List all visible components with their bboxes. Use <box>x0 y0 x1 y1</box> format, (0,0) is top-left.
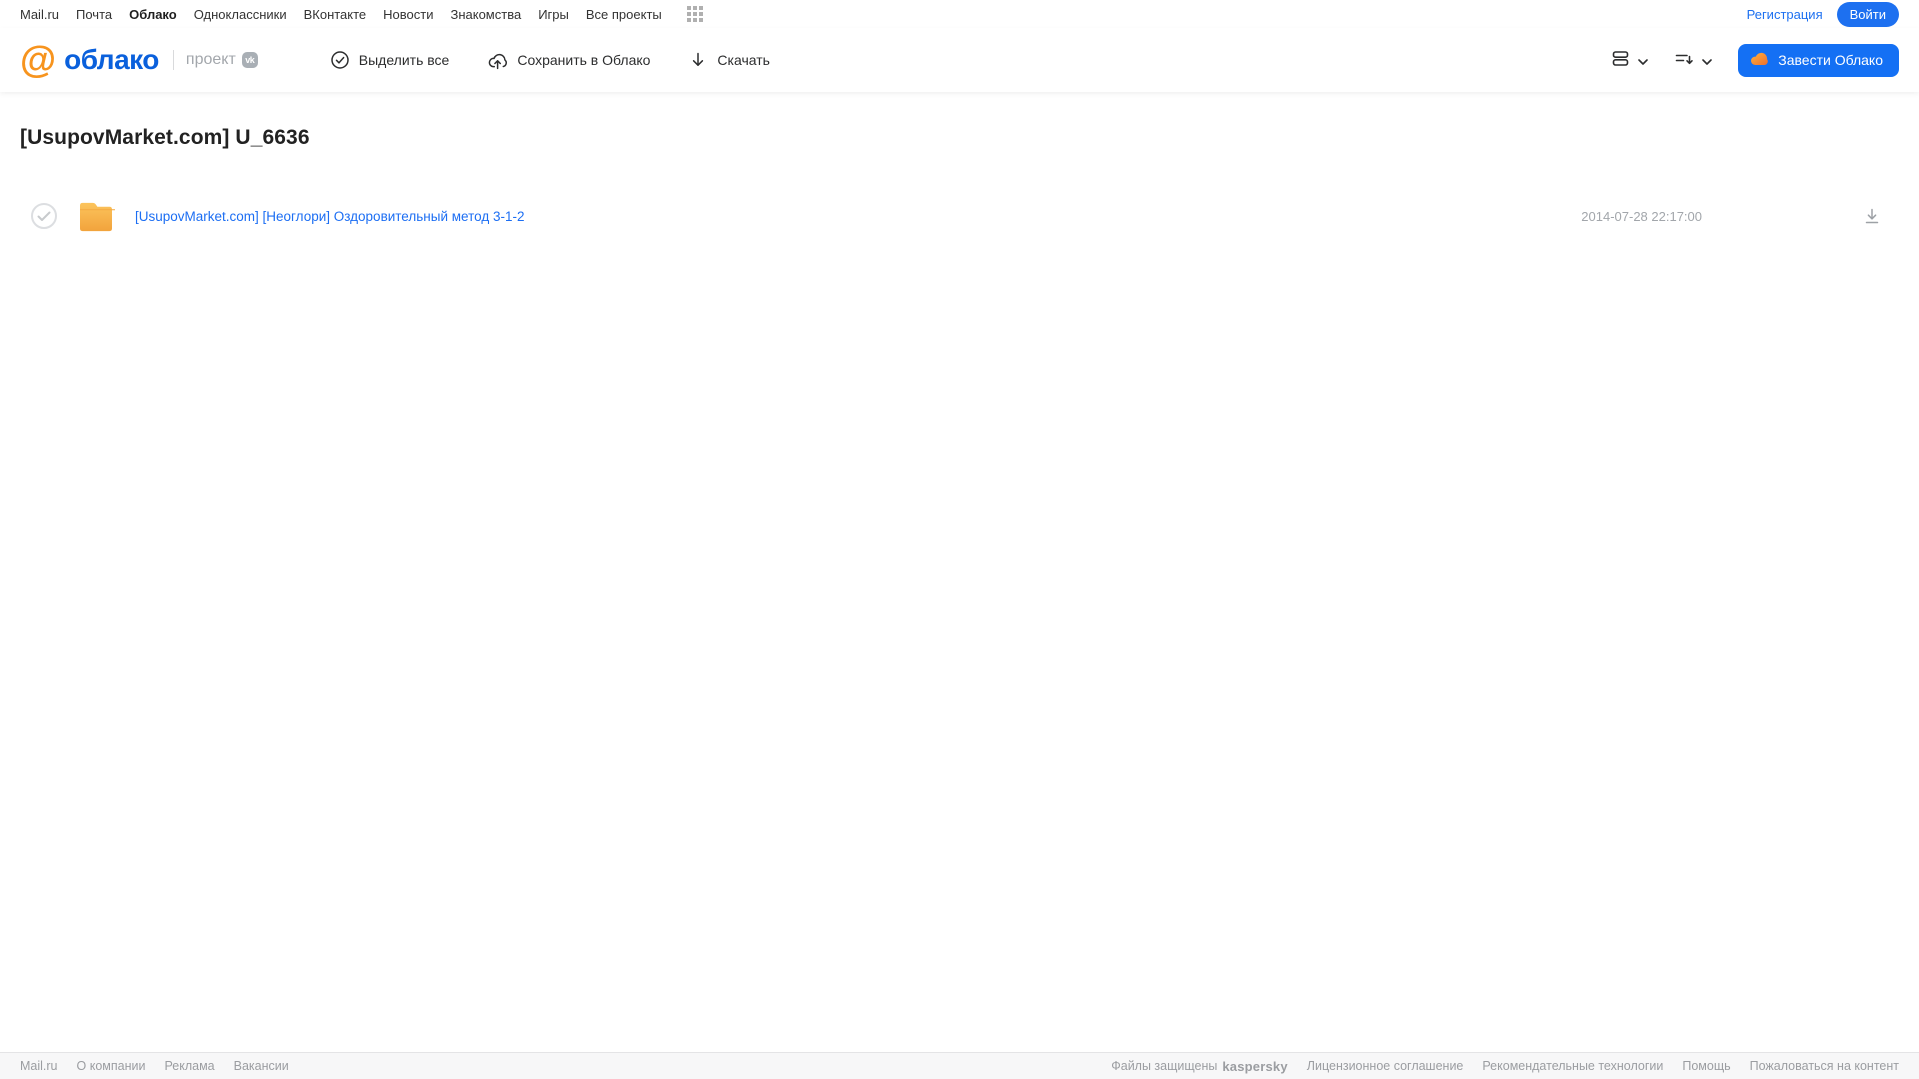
footer-ads-link[interactable]: Реклама <box>164 1059 214 1073</box>
chevron-down-icon <box>1702 53 1713 68</box>
save-to-cloud-label: Сохранить в Облако <box>517 52 651 68</box>
footer-right-links: Файлы защищены kaspersky Лицензионное со… <box>1111 1059 1899 1074</box>
portal-links: Mail.ru Почта Облако Одноклассники ВКонт… <box>20 6 703 22</box>
nav-znakomstva[interactable]: Знакомства <box>450 7 521 22</box>
create-cloud-label: Завести Облако <box>1778 52 1883 68</box>
cloud-logo[interactable]: @ облако проект vk <box>20 38 258 80</box>
cloud-upload-icon <box>487 50 508 70</box>
top-nav: Mail.ru Почта Облако Одноклассники ВКонт… <box>0 0 1919 28</box>
project-label: проект <box>185 51 236 68</box>
save-to-cloud-button[interactable]: Сохранить в Облако <box>487 50 650 70</box>
mailru-at-icon: @ <box>20 38 57 80</box>
footer-report-link[interactable]: Пожаловаться на контент <box>1750 1059 1899 1073</box>
logo-wordmark: облако <box>64 44 159 75</box>
apps-grid-icon[interactable] <box>686 6 703 22</box>
nav-mailru[interactable]: Mail.ru <box>20 7 59 22</box>
login-button[interactable]: Войти <box>1836 1 1899 27</box>
toolbar: Выделить все Сохранить в Облако Скачать <box>330 50 770 70</box>
main-content: [UsupovMarket.com] U_6636 [UsupovMarket.… <box>0 92 1919 1052</box>
footer-jobs-link[interactable]: Вакансии <box>234 1059 289 1073</box>
check-circle-icon <box>330 50 350 70</box>
download-button[interactable]: Скачать <box>688 50 770 70</box>
select-all-button[interactable]: Выделить все <box>330 50 450 70</box>
footer-help-link[interactable]: Помощь <box>1682 1059 1730 1073</box>
file-name-link[interactable]: [UsupovMarket.com] [Неоглори] Оздоровите… <box>135 209 524 224</box>
folder-icon[interactable] <box>77 200 115 232</box>
nav-vse-proekty[interactable]: Все проекты <box>586 7 662 22</box>
nav-novosti[interactable]: Новости <box>383 7 433 22</box>
vk-badge-icon: vk <box>241 52 258 68</box>
select-all-label: Выделить все <box>358 52 450 68</box>
nav-igry[interactable]: Игры <box>538 7 569 22</box>
download-label: Скачать <box>717 52 770 68</box>
nav-pochta[interactable]: Почта <box>76 7 112 22</box>
create-cloud-button[interactable]: Завести Облако <box>1738 43 1899 77</box>
cloud-icon <box>1750 51 1769 69</box>
footer-about-link[interactable]: О компании <box>77 1059 146 1073</box>
list-view-icon <box>1611 49 1630 71</box>
sort-icon <box>1674 49 1694 71</box>
protected-label: Файлы защищены <box>1111 1059 1218 1073</box>
download-arrow-icon <box>688 50 708 70</box>
header: @ облако проект vk Выделить все Сохранит… <box>0 28 1919 92</box>
file-row[interactable]: [UsupovMarket.com] [Неоглори] Оздоровите… <box>20 194 1899 238</box>
nav-odnoklassniki[interactable]: Одноклассники <box>194 7 287 22</box>
row-checkbox[interactable] <box>31 203 57 229</box>
page-title: [UsupovMarket.com] U_6636 <box>20 126 310 149</box>
kaspersky-protection: Файлы защищены kaspersky <box>1111 1059 1288 1074</box>
footer-mailru-link[interactable]: Mail.ru <box>20 1059 58 1073</box>
footer-left-links: Mail.ru О компании Реклама Вакансии <box>20 1059 289 1073</box>
nav-vkontakte[interactable]: ВКонтакте <box>304 7 367 22</box>
chevron-down-icon <box>1638 53 1649 68</box>
kaspersky-logo[interactable]: kaspersky <box>1222 1059 1287 1074</box>
nav-oblako[interactable]: Облако <box>129 7 177 22</box>
header-right-controls: Завести Облако <box>1611 43 1899 77</box>
logo-divider <box>172 50 174 70</box>
sort-dropdown[interactable] <box>1674 49 1713 71</box>
footer-license-link[interactable]: Лицензионное соглашение <box>1307 1059 1464 1073</box>
file-date: 2014-07-28 22:17:00 <box>1581 208 1702 224</box>
footer-recommendations-link[interactable]: Рекомендательные технологии <box>1482 1059 1663 1073</box>
view-mode-dropdown[interactable] <box>1611 49 1649 71</box>
registration-link[interactable]: Регистрация <box>1747 7 1823 22</box>
row-download-icon[interactable] <box>1864 208 1880 225</box>
footer: Mail.ru О компании Реклама Вакансии Файл… <box>0 1052 1919 1079</box>
